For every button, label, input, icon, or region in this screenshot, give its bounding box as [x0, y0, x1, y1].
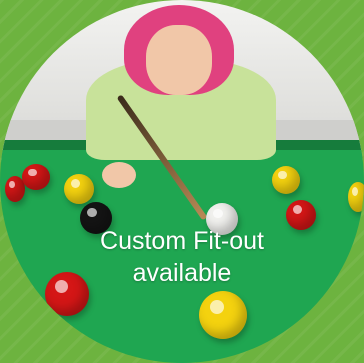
player-hand — [102, 162, 136, 188]
player-figure — [86, 0, 276, 160]
red-ball — [22, 164, 50, 190]
caption-line-2: available — [132, 259, 232, 287]
snooker-scene — [0, 0, 364, 363]
caption-line-1: Custom Fit-out — [100, 227, 264, 255]
yellow-ball — [272, 166, 300, 194]
player-face — [146, 25, 212, 95]
yellow-ball — [199, 291, 247, 339]
circular-photo: Custom Fit-out available — [0, 0, 364, 363]
yellow-ball — [348, 182, 364, 212]
yellow-ball — [64, 174, 94, 204]
